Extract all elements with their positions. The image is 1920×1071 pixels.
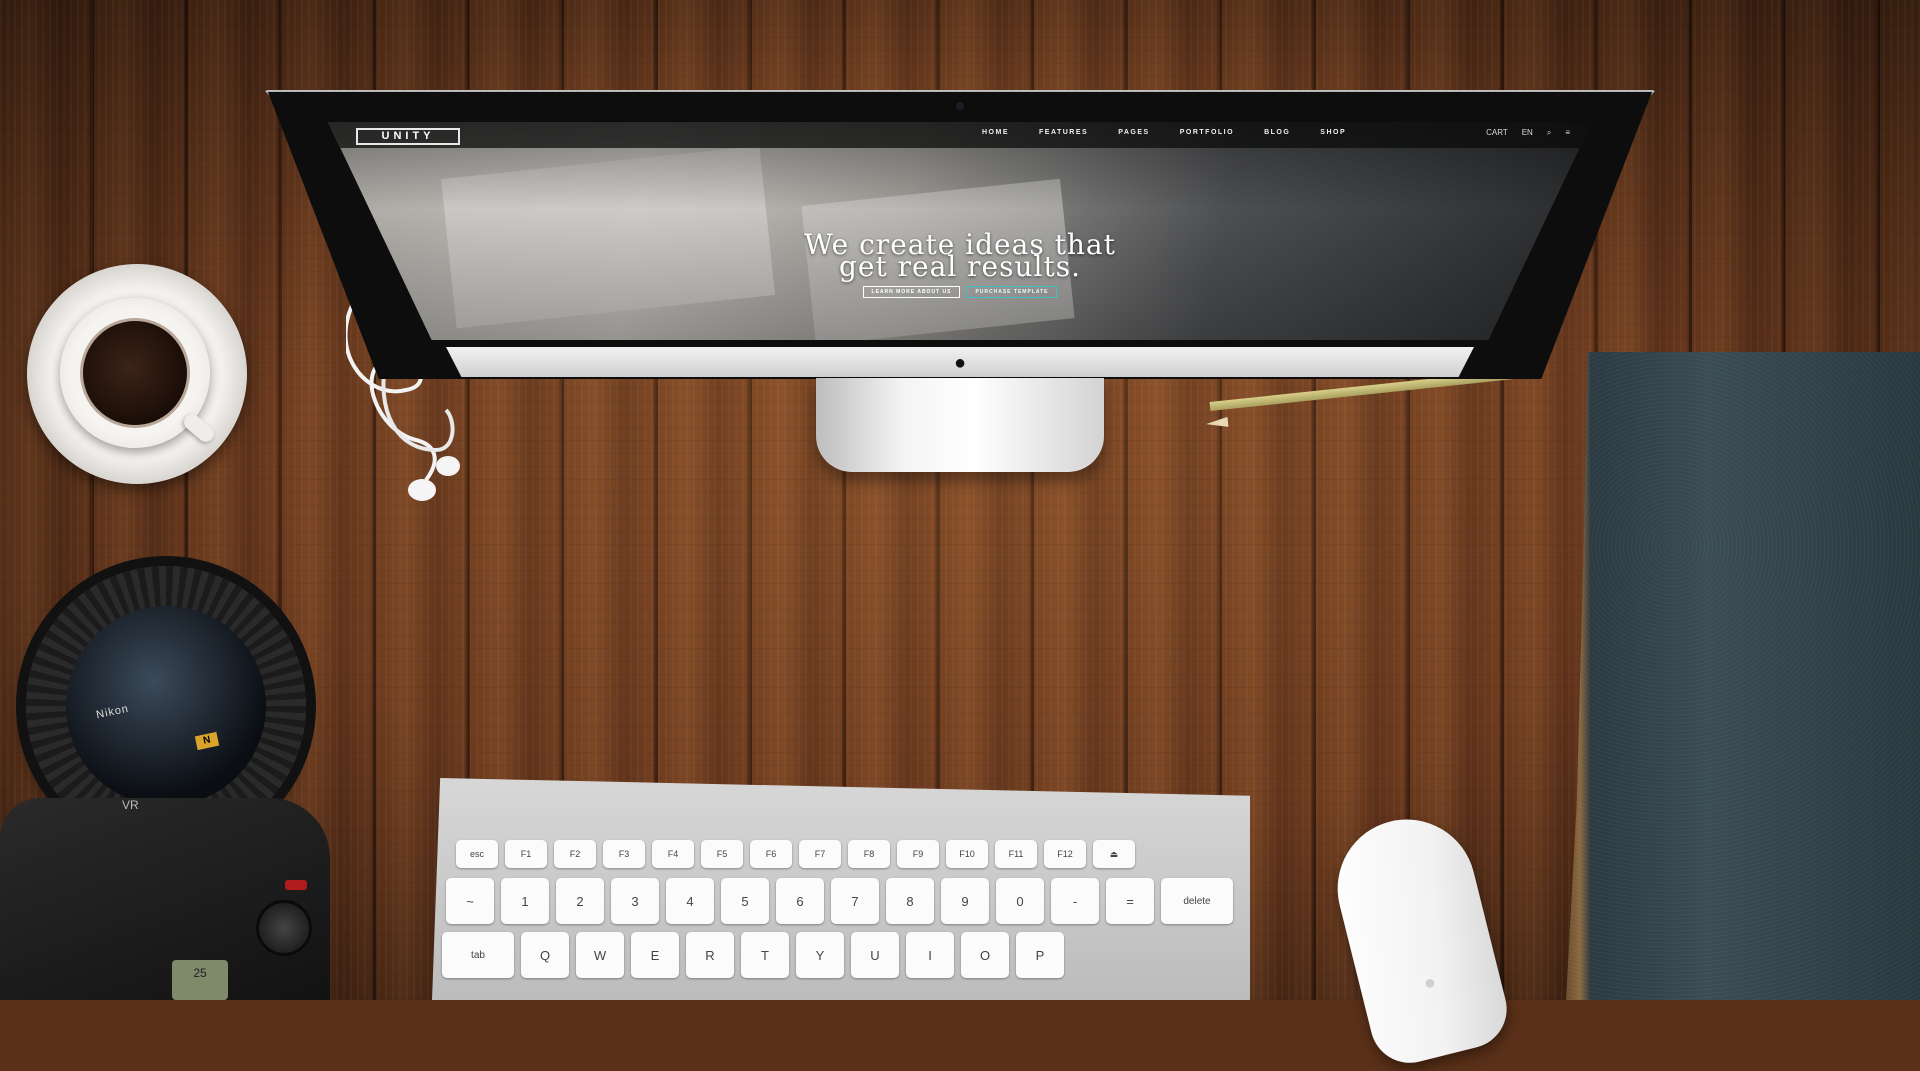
key-0[interactable]: 0 [996,878,1044,924]
coffee-liquid [80,318,190,428]
website-screen: UNITY HOME FEATURES PAGES PORTFOLIO BLOG… [328,122,1592,340]
key-8[interactable]: 8 [886,878,934,924]
key-t[interactable]: T [741,932,789,978]
key-f10[interactable]: F10 [946,840,988,868]
key-tilde[interactable]: ~ [446,878,494,924]
key-1[interactable]: 1 [501,878,549,924]
hero-buttons: LEARN MORE ABOUT US PURCHASE TEMPLATE [328,286,1592,298]
key-f1[interactable]: F1 [505,840,547,868]
number-key-row: ~ 1 2 3 4 5 6 7 8 9 0 - = delete [446,878,1233,924]
key-r[interactable]: R [686,932,734,978]
key-f2[interactable]: F2 [554,840,596,868]
key-e[interactable]: E [631,932,679,978]
key-y[interactable]: Y [796,932,844,978]
nav-portfolio[interactable]: PORTFOLIO [1180,129,1234,136]
key-f4[interactable]: F4 [652,840,694,868]
key-f12[interactable]: F12 [1044,840,1086,868]
eject-icon[interactable]: ⏏ [1093,840,1135,868]
key-f9[interactable]: F9 [897,840,939,868]
key-w[interactable]: W [576,932,624,978]
website-navbar: UNITY HOME FEATURES PAGES PORTFOLIO BLOG… [328,122,1592,148]
dslr-camera-body: VR [0,798,330,1000]
key-2[interactable]: 2 [556,878,604,924]
key-o[interactable]: O [961,932,1009,978]
key-3[interactable]: 3 [611,878,659,924]
nav-blog[interactable]: BLOG [1264,129,1290,136]
key-q[interactable]: Q [521,932,569,978]
site-logo[interactable]: UNITY [356,128,460,145]
apple-logo-icon: ● [953,352,967,374]
key-delete[interactable]: delete [1161,878,1233,924]
key-f3[interactable]: F3 [603,840,645,868]
function-key-row: esc F1 F2 F3 F4 F5 F6 F7 F8 F9 F10 F11 F… [456,840,1135,868]
old-book [1566,352,1920,1000]
key-f11[interactable]: F11 [995,840,1037,868]
purchase-template-button[interactable]: PURCHASE TEMPLATE [966,286,1058,298]
camera-dial [256,900,312,956]
key-7[interactable]: 7 [831,878,879,924]
key-6[interactable]: 6 [776,878,824,924]
language-switch[interactable]: EN [1522,128,1533,138]
key-esc[interactable]: esc [456,840,498,868]
key-f7[interactable]: F7 [799,840,841,868]
key-5[interactable]: 5 [721,878,769,924]
hero-title-line-2: get real results. [839,250,1081,283]
key-equals[interactable]: = [1106,878,1154,924]
key-i[interactable]: I [906,932,954,978]
key-f5[interactable]: F5 [701,840,743,868]
nav-home[interactable]: HOME [982,129,1009,136]
camera-lcd: 25 [172,960,228,1000]
nav-features[interactable]: FEATURES [1039,129,1088,136]
nav-shop[interactable]: SHOP [1320,129,1346,136]
search-icon[interactable]: ⌕ [1547,128,1551,138]
hero-title: We create ideas that get real results. [328,231,1592,283]
key-minus[interactable]: - [1051,878,1099,924]
key-9[interactable]: 9 [941,878,989,924]
menu-icon[interactable]: ≡ [1565,128,1570,138]
nav-menu: HOME FEATURES PAGES PORTFOLIO BLOG SHOP [982,129,1346,136]
nav-tools: CART EN ⌕ ≡ [1486,128,1570,138]
wireless-keyboard: esc F1 F2 F3 F4 F5 F6 F7 F8 F9 F10 F11 F… [432,778,1250,1000]
imac-stand [816,378,1104,472]
learn-more-button[interactable]: LEARN MORE ABOUT US [862,286,961,298]
letter-key-row: tab Q W E R T Y U I O P [442,932,1064,978]
key-u[interactable]: U [851,932,899,978]
key-f8[interactable]: F8 [848,840,890,868]
key-4[interactable]: 4 [666,878,714,924]
camera-red-accent [285,880,307,890]
webcam-icon [956,102,964,110]
key-tab[interactable]: tab [442,932,514,978]
cart-link[interactable]: CART [1486,128,1508,138]
key-f6[interactable]: F6 [750,840,792,868]
key-p[interactable]: P [1016,932,1064,978]
vr-label: VR [122,798,139,812]
nav-pages[interactable]: PAGES [1118,129,1150,136]
